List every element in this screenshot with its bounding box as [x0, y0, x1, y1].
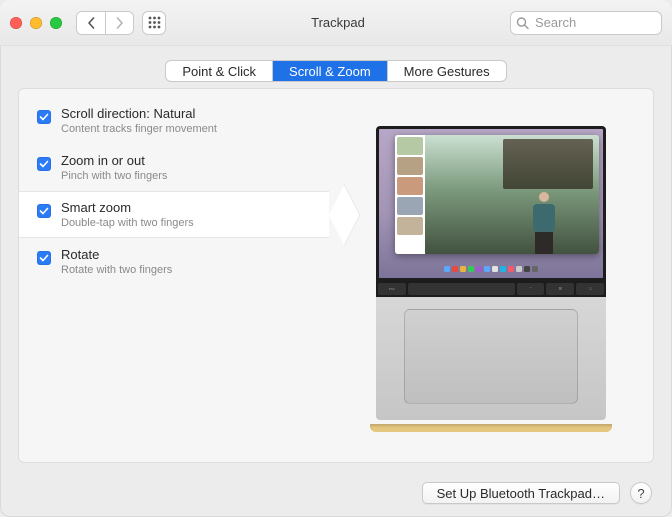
option-rotate[interactable]: Rotate Rotate with two fingers: [19, 238, 329, 285]
thumbnail: [397, 217, 423, 235]
touchbar-key: ⌥: [576, 283, 604, 295]
option-title: Smart zoom: [61, 200, 317, 215]
check-icon: [39, 253, 49, 263]
photo-cabin: [503, 139, 593, 189]
titlebar: Trackpad: [0, 0, 672, 46]
gesture-preview: esc ⌃ ⌘ ⌥: [329, 89, 653, 462]
dock: [379, 265, 603, 275]
checkbox-scroll-direction[interactable]: [37, 110, 51, 124]
laptop-illustration: esc ⌃ ⌘ ⌥: [376, 126, 606, 426]
check-icon: [39, 159, 49, 169]
touchbar-spacer: [408, 283, 515, 295]
thumbnail: [397, 177, 423, 195]
minimize-button[interactable]: [30, 17, 42, 29]
preview-window: [395, 135, 599, 254]
option-scroll-direction[interactable]: Scroll direction: Natural Content tracks…: [19, 97, 329, 144]
window-traffic-lights: [10, 17, 62, 29]
zoom-button[interactable]: [50, 17, 62, 29]
close-button[interactable]: [10, 17, 22, 29]
thumbnail: [397, 157, 423, 175]
setup-bluetooth-button[interactable]: Set Up Bluetooth Trackpad…: [422, 482, 620, 504]
tab-scroll-zoom[interactable]: Scroll & Zoom: [272, 61, 387, 81]
option-smart-zoom[interactable]: Smart zoom Double-tap with two fingers: [19, 191, 329, 238]
window-title: Trackpad: [174, 15, 502, 30]
touchbar-key: esc: [378, 283, 406, 295]
tabbar: Point & Click Scroll & Zoom More Gesture…: [0, 60, 672, 82]
photo-person: [531, 192, 557, 252]
chevron-left-icon: [87, 17, 95, 29]
grid-icon: [148, 16, 161, 29]
laptop-screen: [376, 126, 606, 281]
option-title: Scroll direction: Natural: [61, 106, 317, 121]
tab-point-click[interactable]: Point & Click: [166, 61, 272, 81]
thumbnail: [397, 137, 423, 155]
chevron-right-icon: [116, 17, 124, 29]
laptop-body: [376, 297, 606, 420]
checkbox-smart-zoom[interactable]: [37, 204, 51, 218]
touchbar-key: ⌘: [546, 283, 574, 295]
help-button[interactable]: ?: [630, 482, 652, 504]
option-subtitle: Content tracks finger movement: [61, 123, 317, 135]
thumbnail: [397, 197, 423, 215]
option-zoom-in-out[interactable]: Zoom in or out Pinch with two fingers: [19, 144, 329, 191]
forward-button[interactable]: [105, 12, 133, 34]
option-subtitle: Rotate with two fingers: [61, 264, 317, 276]
footer: Set Up Bluetooth Trackpad… ?: [0, 469, 672, 517]
search-field-wrap: [510, 11, 662, 35]
checkbox-zoom-in-out[interactable]: [37, 157, 51, 171]
nav-back-forward: [76, 11, 134, 35]
trackpad-illustration: [404, 309, 578, 404]
options-list: Scroll direction: Natural Content tracks…: [19, 89, 329, 462]
option-subtitle: Double-tap with two fingers: [61, 217, 317, 229]
preview-thumbnails: [395, 135, 425, 254]
option-title: Rotate: [61, 247, 317, 262]
touchbar-key: ⌃: [517, 283, 545, 295]
option-subtitle: Pinch with two fingers: [61, 170, 317, 182]
back-button[interactable]: [77, 12, 105, 34]
tab-more-gestures[interactable]: More Gestures: [387, 61, 506, 81]
check-icon: [39, 112, 49, 122]
checkbox-rotate[interactable]: [37, 251, 51, 265]
option-title: Zoom in or out: [61, 153, 317, 168]
preview-photo: [425, 135, 599, 254]
prefs-window: Trackpad Point & Click Scroll & Zoom Mor…: [0, 0, 672, 517]
tab-group: Point & Click Scroll & Zoom More Gesture…: [165, 60, 506, 82]
show-all-button[interactable]: [142, 11, 166, 35]
search-input[interactable]: [510, 11, 662, 35]
touchbar: esc ⌃ ⌘ ⌥: [376, 281, 606, 297]
content-panel: Scroll direction: Natural Content tracks…: [18, 88, 654, 463]
desk-edge: [370, 424, 612, 432]
check-icon: [39, 206, 49, 216]
